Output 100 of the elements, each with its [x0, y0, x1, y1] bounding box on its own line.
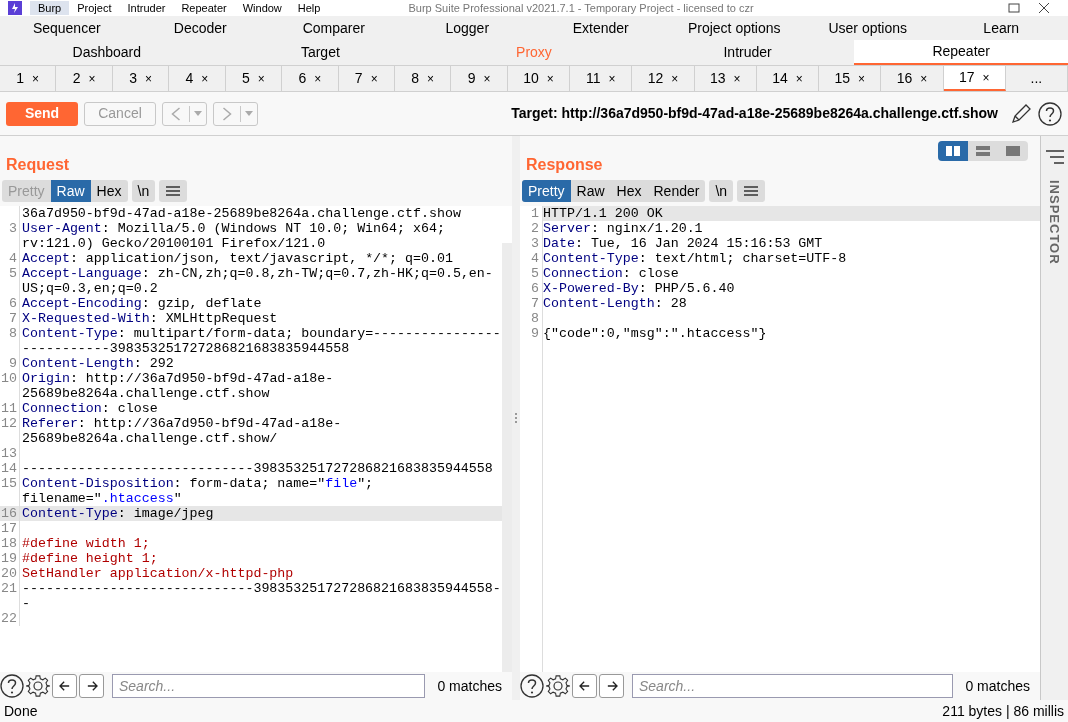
help-icon[interactable]	[520, 674, 544, 698]
repeater-tab[interactable]: 9 ×	[451, 66, 508, 91]
layout-button[interactable]	[998, 141, 1028, 161]
menu-button[interactable]	[737, 180, 766, 202]
close-tab-icon[interactable]: ×	[608, 69, 616, 88]
repeater-tab[interactable]: 10 ×	[507, 66, 571, 91]
view-tab[interactable]: Render	[647, 180, 706, 202]
settings-icon[interactable]	[546, 674, 570, 698]
close-tab-icon[interactable]: ×	[427, 69, 435, 88]
newline-button[interactable]: \n	[131, 180, 156, 202]
repeater-tab[interactable]: 16 ×	[881, 66, 944, 91]
repeater-tab[interactable]: 14 ×	[756, 66, 820, 91]
menu-item[interactable]: Repeater	[173, 1, 235, 15]
repeater-tab[interactable]: 17 ×	[943, 66, 1006, 91]
close-tab-icon[interactable]: ×	[795, 69, 803, 88]
tab-label: 8	[411, 69, 420, 88]
close-tab-icon[interactable]: ×	[920, 69, 928, 88]
close-tab-icon[interactable]: ×	[144, 69, 152, 88]
close-tab-icon[interactable]: ×	[88, 69, 96, 88]
help-icon[interactable]	[0, 674, 24, 698]
repeater-tab[interactable]: ...	[1005, 66, 1068, 91]
view-tab[interactable]: Pretty	[522, 180, 571, 202]
tool-tab[interactable]: Logger	[400, 16, 534, 40]
close-tab-icon[interactable]: ×	[201, 69, 209, 88]
view-tab[interactable]: Hex	[610, 180, 648, 202]
tool-tab[interactable]: Target	[213, 40, 428, 65]
scrollbar[interactable]	[502, 243, 512, 672]
tool-tab[interactable]: Learn	[934, 16, 1068, 40]
code-line: Content-Type: multipart/form-data; boundary=---------------------------398353251727286821683835944558	[21, 326, 502, 356]
repeater-tab[interactable]: 3 ×	[112, 66, 170, 91]
tool-tab[interactable]: Extender	[534, 16, 668, 40]
layout-button[interactable]	[968, 141, 998, 161]
menu-icon	[166, 186, 181, 196]
repeater-tab[interactable]: 12 ×	[632, 66, 695, 91]
filter-list-icon[interactable]	[1045, 150, 1064, 164]
view-tab[interactable]: Raw	[570, 180, 611, 202]
close-tab-icon[interactable]: ×	[314, 69, 322, 88]
tab-label: 4	[185, 69, 194, 88]
inspector-tab[interactable]: INSPECTOR	[1044, 180, 1065, 265]
code-line: Referer: http://36a7d950-bf9d-47ad-a18e-25689be8264a.challenge.ctf.show/	[21, 416, 343, 446]
maximize-icon[interactable]	[1008, 3, 1020, 13]
line-number: 3	[9, 221, 17, 236]
repeater-tab[interactable]: 5 ×	[225, 66, 283, 91]
close-tab-icon[interactable]: ×	[857, 69, 865, 88]
menu-item[interactable]: Help	[289, 1, 329, 15]
tab-label: 9	[467, 69, 476, 88]
close-tab-icon[interactable]: ×	[370, 69, 378, 88]
close-tab-icon[interactable]: ×	[982, 68, 990, 87]
close-icon[interactable]	[1038, 3, 1050, 13]
pencil-icon[interactable]	[1010, 102, 1032, 125]
repeater-tab[interactable]: 6 ×	[282, 66, 339, 91]
tool-tab[interactable]: Intruder	[640, 40, 855, 65]
search-field[interactable]: Search...	[112, 674, 426, 698]
tool-tab[interactable]: Dashboard	[0, 40, 214, 65]
tool-tab[interactable]: Repeater	[854, 40, 1068, 65]
settings-icon[interactable]	[26, 674, 50, 698]
help-icon[interactable]	[1038, 101, 1062, 126]
repeater-tab[interactable]: 11 ×	[570, 66, 633, 91]
close-tab-icon[interactable]: ×	[257, 69, 265, 88]
close-tab-icon[interactable]: ×	[32, 69, 40, 88]
repeater-tab[interactable]: 15 ×	[819, 66, 882, 91]
tool-tab[interactable]: User options	[801, 16, 935, 40]
tool-tab[interactable]: Project options	[667, 16, 801, 40]
menu-item[interactable]: Project	[69, 1, 120, 15]
repeater-tab[interactable]: 8 ×	[394, 66, 452, 91]
back-arrow-button[interactable]	[572, 674, 597, 698]
repeater-tab[interactable]: 1 ×	[0, 66, 57, 91]
code-line: Content-Type: text/html; charset=UTF-8	[542, 251, 848, 266]
line-number: 16	[1, 506, 17, 521]
tab-label: 15	[834, 69, 850, 88]
repeater-tab[interactable]: 7 ×	[338, 66, 395, 91]
close-tab-icon[interactable]: ×	[733, 69, 741, 88]
forward-arrow-button[interactable]	[79, 674, 104, 698]
view-tab[interactable]: Hex	[90, 180, 128, 202]
repeater-tab[interactable]: 4 ×	[169, 66, 226, 91]
search-field[interactable]: Search...	[632, 674, 954, 698]
repeater-tab[interactable]: 2 ×	[56, 66, 113, 91]
layout-button[interactable]	[938, 141, 968, 161]
code-line: Content-Length: 292	[21, 356, 175, 371]
newline-button[interactable]: \n	[709, 180, 734, 202]
close-tab-icon[interactable]: ×	[483, 69, 491, 88]
tool-tab[interactable]: Decoder	[133, 16, 267, 40]
line-number: 5	[531, 266, 539, 281]
tool-tab[interactable]: Sequencer	[0, 16, 134, 40]
tab-label: 13	[709, 69, 726, 88]
tool-tab[interactable]: Comparer	[267, 16, 401, 40]
menu-item[interactable]: Burp	[30, 1, 70, 15]
forward-arrow-button[interactable]	[599, 674, 624, 698]
close-tab-icon[interactable]: ×	[546, 69, 554, 88]
line-number: 22	[1, 611, 17, 626]
code-line: Content-Type: image/jpeg	[21, 506, 215, 521]
repeater-tab[interactable]: 13 ×	[694, 66, 757, 91]
view-tab[interactable]: Raw	[50, 180, 91, 202]
line-number: 10	[1, 371, 17, 386]
menu-item[interactable]: Window	[234, 1, 290, 15]
code-line: #define height 1;	[21, 551, 159, 566]
menu-item[interactable]: Intruder	[119, 1, 174, 15]
back-arrow-button[interactable]	[52, 674, 77, 698]
close-tab-icon[interactable]: ×	[671, 69, 679, 88]
menu-button[interactable]	[159, 180, 188, 202]
